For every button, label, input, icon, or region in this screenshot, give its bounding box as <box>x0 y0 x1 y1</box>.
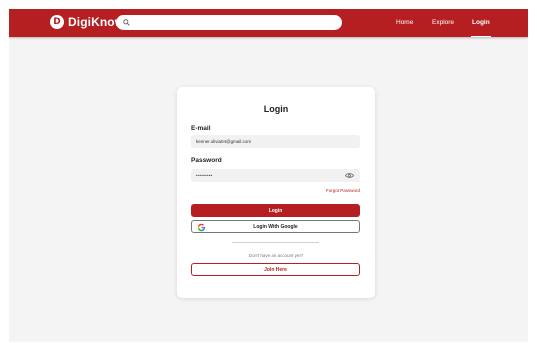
divider <box>232 242 319 243</box>
google-g-icon <box>197 223 206 232</box>
eye-icon[interactable] <box>345 172 354 179</box>
email-field[interactable]: kenner.olivia04@gmail.com <box>191 135 360 148</box>
google-button-label: Login With Google <box>253 223 298 230</box>
app-frame: D DigiKnow Home Explore Login Login E-ma… <box>9 9 528 342</box>
login-title: Login <box>263 104 289 114</box>
login-card: Login E-mail kenner.olivia04@gmail.com P… <box>177 87 375 298</box>
join-here-button[interactable]: Join Here <box>191 263 360 276</box>
forgot-password-link[interactable]: Forgot Password <box>326 188 360 193</box>
email-label: E-mail <box>191 125 211 132</box>
email-value: kenner.olivia04@gmail.com <box>196 139 252 144</box>
nav-link-login[interactable]: Login <box>472 18 490 27</box>
login-button[interactable]: Login <box>191 204 360 217</box>
active-link-underline <box>471 36 491 37</box>
nav-links: Home Explore Login <box>9 18 528 37</box>
password-field[interactable]: •••••••• <box>191 169 360 182</box>
top-navbar: D DigiKnow Home Explore Login <box>9 9 528 37</box>
no-account-text: Don't have an account yet? <box>248 253 304 258</box>
nav-link-explore[interactable]: Explore <box>432 18 454 27</box>
password-label: Password <box>191 157 222 164</box>
password-value: •••••••• <box>196 173 213 178</box>
nav-link-home[interactable]: Home <box>396 18 413 27</box>
login-with-google-button[interactable]: Login With Google <box>191 220 360 233</box>
